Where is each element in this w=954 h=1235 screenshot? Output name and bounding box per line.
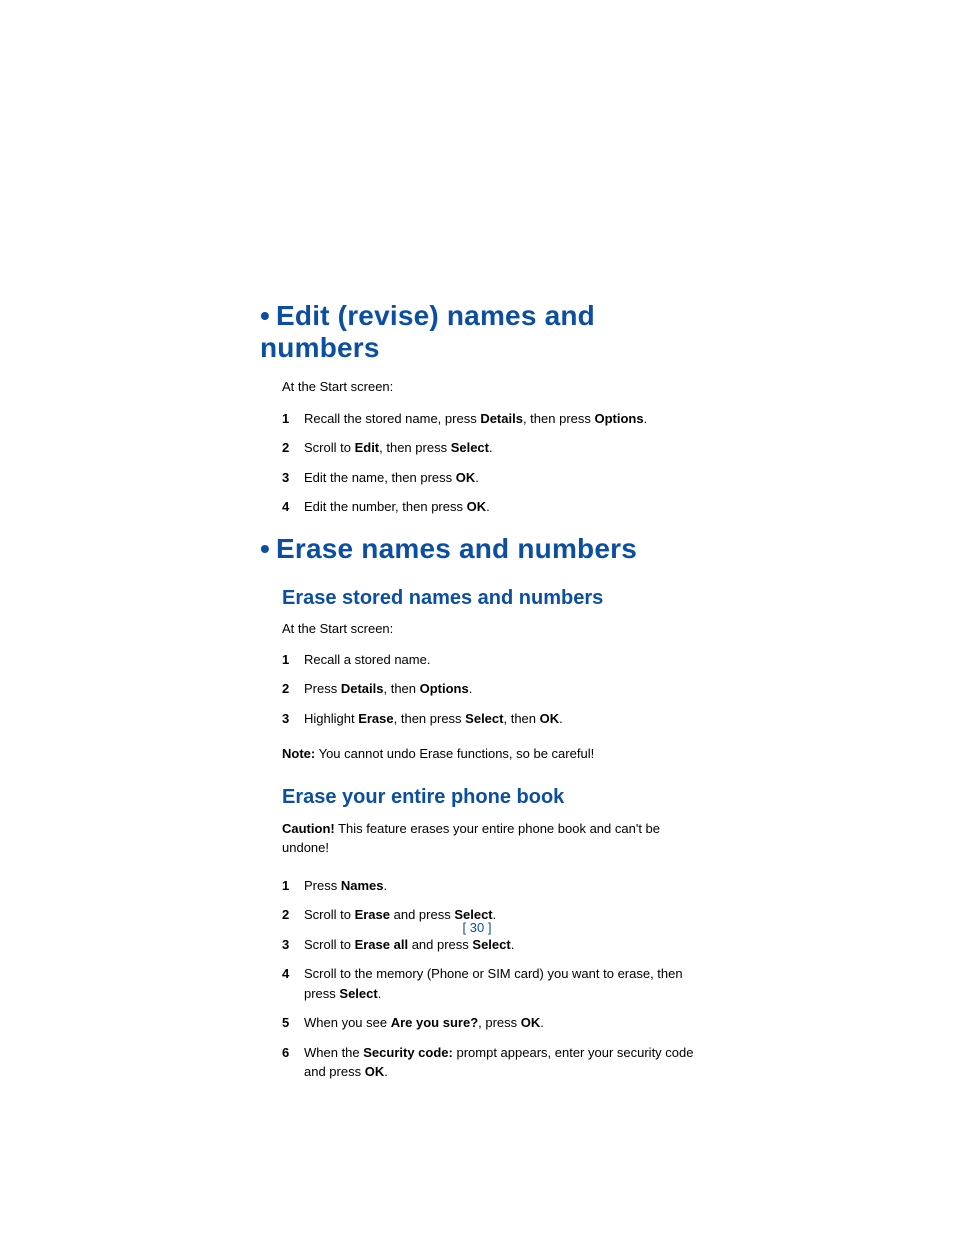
- intro-text: At the Start screen:: [282, 378, 694, 396]
- step-item: Recall the stored name, press Details, t…: [282, 409, 694, 429]
- step-item: When the Security code: prompt appears, …: [282, 1043, 694, 1082]
- subheading-erase-phonebook: Erase your entire phone book: [282, 786, 694, 809]
- caution-text: Caution! This feature erases your entire…: [282, 819, 694, 858]
- steps-list-edit: Recall the stored name, press Details, t…: [282, 409, 694, 517]
- heading-text: Erase names and numbers: [276, 533, 637, 564]
- step-item: Highlight Erase, then press Select, then…: [282, 709, 694, 729]
- step-item: Press Details, then Options.: [282, 679, 694, 699]
- heading-edit-names: •Edit (revise) names and numbers: [260, 300, 694, 364]
- note-text: Note: You cannot undo Erase functions, s…: [282, 744, 694, 764]
- page-number: [ 30 ]: [0, 920, 954, 935]
- intro-text: At the Start screen:: [282, 620, 694, 638]
- bullet-icon: •: [260, 533, 270, 564]
- steps-list-erase-stored: Recall a stored name. Press Details, the…: [282, 650, 694, 729]
- step-item: When you see Are you sure?, press OK.: [282, 1013, 694, 1033]
- step-item: Press Names.: [282, 876, 694, 896]
- step-item: Edit the name, then press OK.: [282, 468, 694, 488]
- step-item: Scroll to Erase all and press Select.: [282, 935, 694, 955]
- bullet-icon: •: [260, 300, 270, 331]
- steps-list-erase-all: Press Names. Scroll to Erase and press S…: [282, 876, 694, 1082]
- subheading-erase-stored: Erase stored names and numbers: [282, 587, 694, 610]
- step-item: Scroll to the memory (Phone or SIM card)…: [282, 964, 694, 1003]
- step-item: Recall a stored name.: [282, 650, 694, 670]
- heading-text: Edit (revise) names and numbers: [260, 300, 595, 363]
- heading-erase-names: •Erase names and numbers: [260, 533, 694, 565]
- step-item: Scroll to Edit, then press Select.: [282, 438, 694, 458]
- step-item: Edit the number, then press OK.: [282, 497, 694, 517]
